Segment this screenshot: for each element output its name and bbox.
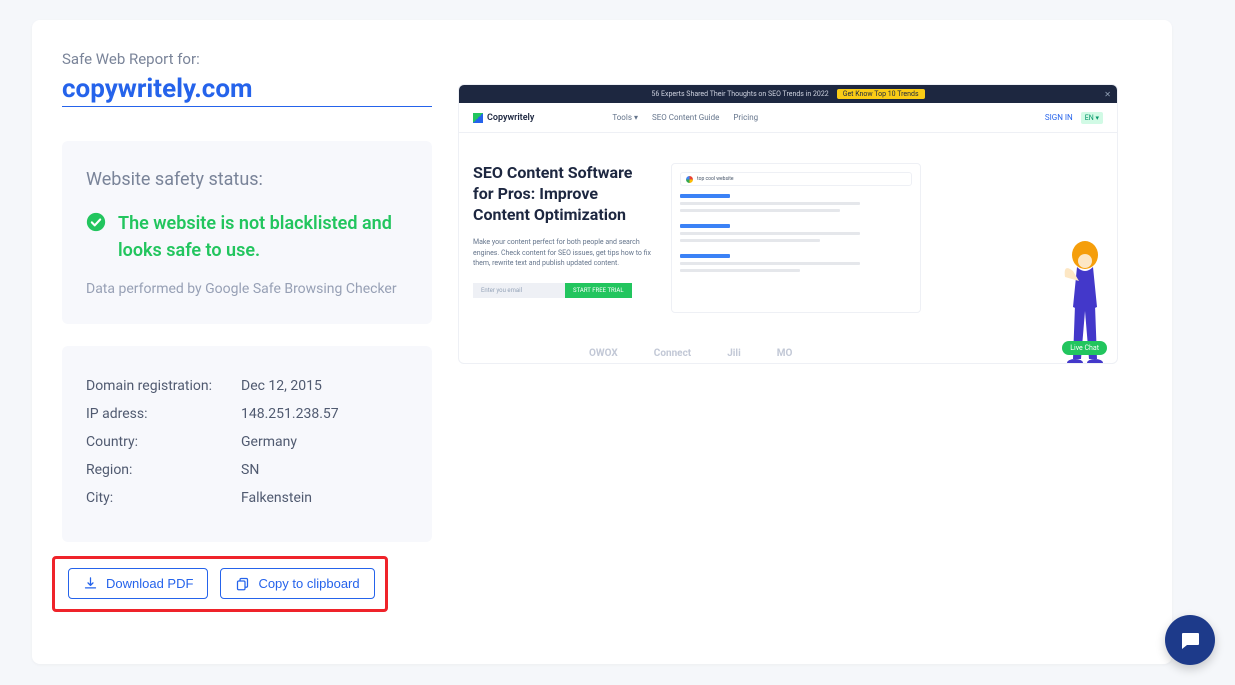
google-icon — [686, 176, 693, 183]
preview-headline: SEO Content Software for Pros: Improve C… — [473, 163, 653, 225]
download-icon — [83, 576, 98, 591]
info-label: Domain registration: — [86, 372, 241, 400]
preview-partner-logos: OWOX Connect Jili MO — [589, 348, 792, 359]
site-preview: 56 Experts Shared Their Thoughts on SEO … — [458, 84, 1118, 364]
logo-owox: OWOX — [589, 348, 618, 359]
serp-line — [680, 239, 820, 242]
preview-nav: Copywritely Tools ▾ SEO Content Guide Pr… — [459, 103, 1117, 133]
serp-line — [680, 269, 800, 272]
serp-link — [680, 194, 730, 198]
table-row: City:Falkenstein — [86, 484, 408, 512]
preview-illustration: top cool website — [671, 163, 1101, 364]
check-circle-icon — [86, 212, 106, 232]
copy-clipboard-button[interactable]: Copy to clipboard — [220, 568, 374, 599]
serp-link — [680, 224, 730, 228]
preview-topbar: 56 Experts Shared Their Thoughts on SEO … — [459, 85, 1117, 103]
preview-nav-links: Tools ▾ SEO Content Guide Pricing — [612, 113, 758, 122]
serp-line — [680, 262, 860, 265]
status-message: The website is not blacklisted and looks… — [118, 210, 408, 264]
left-column: Safe Web Report for: copywritely.com Web… — [62, 50, 432, 634]
preview-logo-text: Copywritely — [487, 113, 534, 123]
status-box: Website safety status: The website is no… — [62, 141, 432, 324]
serp-link — [680, 254, 730, 258]
preview-email-row: Enter you email START FREE TRIAL — [473, 283, 653, 298]
serp-card: top cool website — [671, 163, 921, 313]
chevron-down-icon: ▾ — [634, 113, 638, 122]
info-label: City: — [86, 484, 241, 512]
info-value: Falkenstein — [241, 484, 408, 512]
info-value: Germany — [241, 428, 408, 456]
table-row: Domain registration:Dec 12, 2015 — [86, 372, 408, 400]
preview-logo-mark — [473, 113, 483, 123]
chat-icon — [1178, 628, 1202, 652]
info-box: Domain registration:Dec 12, 2015 IP adre… — [62, 346, 432, 542]
table-row: Country:Germany — [86, 428, 408, 456]
chat-fab[interactable] — [1165, 615, 1215, 665]
info-value: 148.251.238.57 — [241, 400, 408, 428]
clipboard-icon — [235, 576, 250, 591]
nav-guide: SEO Content Guide — [652, 113, 719, 122]
info-label: IP adress: — [86, 400, 241, 428]
table-row: Region:SN — [86, 456, 408, 484]
signin-link: SIGN IN — [1045, 113, 1073, 122]
serp-query: top cool website — [697, 176, 734, 182]
info-value: Dec 12, 2015 — [241, 372, 408, 400]
logo-connect: Connect — [654, 348, 691, 359]
preview-topbar-cta: Get Know Top 10 Trends — [837, 89, 925, 99]
preview-nav-right: SIGN IN EN ▾ — [1045, 112, 1103, 124]
status-sub: Data performed by Google Safe Browsing C… — [86, 278, 408, 300]
copy-clipboard-label: Copy to clipboard — [258, 576, 359, 591]
logo-mo: MO — [777, 348, 793, 359]
serp-line — [680, 209, 840, 212]
download-pdf-label: Download PDF — [106, 576, 193, 591]
preview-sub: Make your content perfect for both peopl… — [473, 237, 653, 269]
nav-pricing: Pricing — [733, 113, 758, 122]
download-pdf-button[interactable]: Download PDF — [68, 568, 208, 599]
live-chat-badge: Live Chat — [1062, 341, 1107, 355]
info-label: Region: — [86, 456, 241, 484]
preview-email-input: Enter you email — [473, 283, 565, 298]
info-table: Domain registration:Dec 12, 2015 IP adre… — [86, 372, 408, 512]
info-label: Country: — [86, 428, 241, 456]
preview-trial-button: START FREE TRIAL — [565, 283, 632, 298]
report-card: Safe Web Report for: copywritely.com Web… — [32, 20, 1172, 664]
actions-row: Download PDF Copy to clipboard — [62, 562, 432, 605]
domain-link[interactable]: copywritely.com — [62, 74, 432, 107]
serp-line — [680, 232, 860, 235]
close-icon: ✕ — [1104, 90, 1111, 99]
preview-topbar-text: 56 Experts Shared Their Thoughts on SEO … — [651, 90, 828, 98]
table-row: IP adress:148.251.238.57 — [86, 400, 408, 428]
info-value: SN — [241, 456, 408, 484]
preview-logo: Copywritely — [473, 113, 534, 123]
logo-jili: Jili — [727, 348, 741, 359]
report-for-label: Safe Web Report for: — [62, 50, 432, 68]
status-title: Website safety status: — [86, 169, 408, 190]
preview-body: SEO Content Software for Pros: Improve C… — [459, 133, 1117, 364]
preview-text-col: SEO Content Software for Pros: Improve C… — [473, 163, 653, 364]
nav-tools: Tools ▾ — [612, 113, 638, 122]
lang-badge: EN ▾ — [1081, 112, 1103, 124]
serp-search: top cool website — [680, 172, 912, 186]
status-line: The website is not blacklisted and looks… — [86, 210, 408, 264]
serp-line — [680, 202, 860, 205]
